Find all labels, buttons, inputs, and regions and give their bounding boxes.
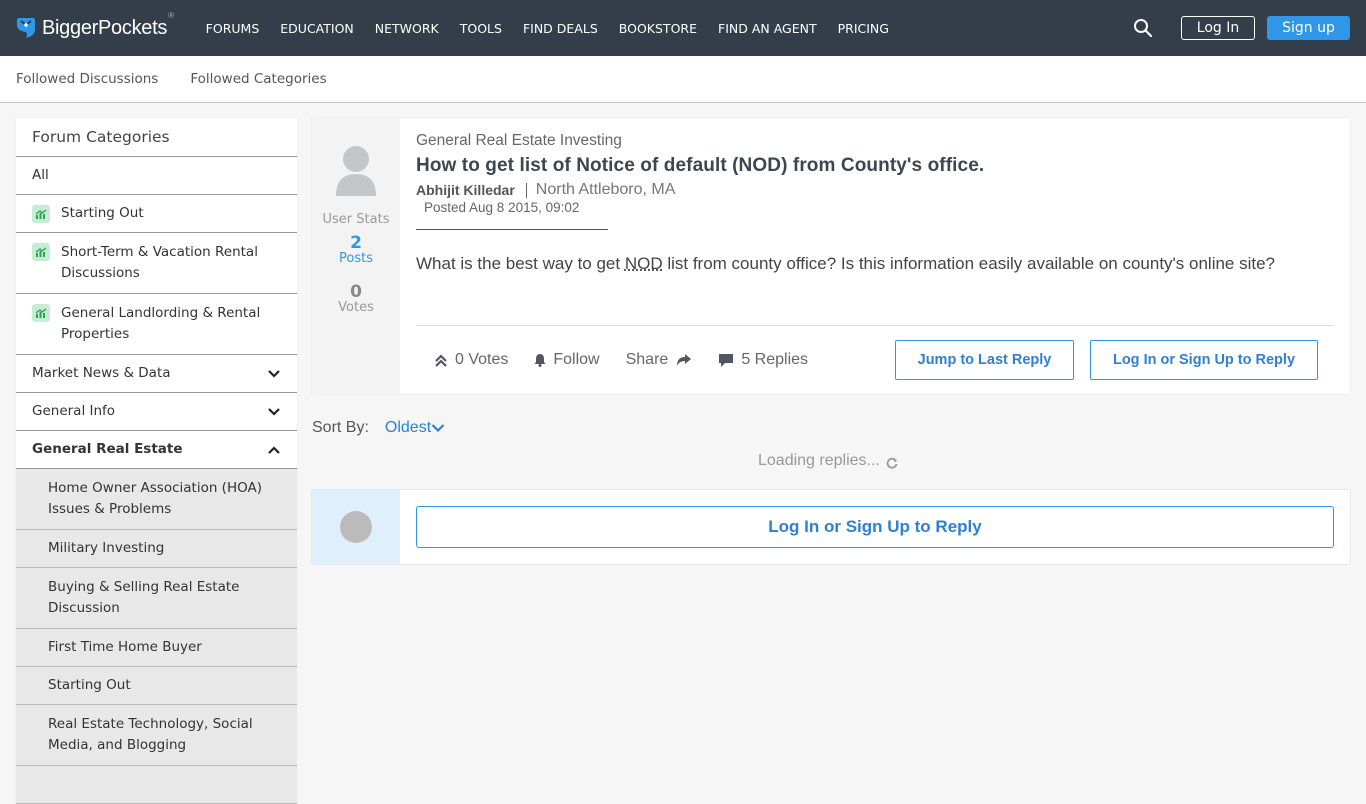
- sidebar-item-starting-out[interactable]: Starting Out: [16, 195, 297, 233]
- sidebar-item-label: General Real Estate: [32, 441, 183, 457]
- post-category[interactable]: General Real Estate Investing: [416, 132, 1334, 150]
- brand-name: BiggerPockets®: [42, 10, 174, 39]
- nav-actions: Log In Sign up: [1133, 0, 1350, 56]
- user-stats-panel: User Stats 2 Posts 0 Votes: [312, 118, 400, 394]
- loading-text: Loading replies...: [758, 452, 880, 469]
- trending-icon: [32, 243, 50, 261]
- user-avatar-icon[interactable]: [334, 144, 378, 196]
- author-location: North Attleboro, MA: [535, 181, 676, 198]
- nav-pricing[interactable]: PRICING: [838, 21, 889, 36]
- chevron-up-icon[interactable]: [267, 444, 281, 456]
- reply-box: Log In or Sign Up to Reply: [312, 490, 1350, 564]
- login-button[interactable]: Log In: [1181, 16, 1255, 40]
- votes-count: 0: [350, 282, 362, 302]
- main-nav: FORUMS EDUCATION NETWORK TOOLS FIND DEAL…: [206, 21, 910, 36]
- comment-icon: [719, 353, 734, 367]
- votes-label: Votes: [338, 300, 374, 315]
- followed-discussions-link[interactable]: Followed Discussions: [16, 71, 158, 87]
- post-content: General Real Estate Investing How to get…: [400, 118, 1350, 394]
- post-body: What is the best way to get NOD list fro…: [416, 254, 1276, 273]
- sidebar-item-general-real-estate[interactable]: General Real Estate: [16, 431, 297, 469]
- nav-education[interactable]: EDUCATION: [280, 21, 354, 36]
- sidebar-subitem-starting-out[interactable]: Starting Out: [16, 667, 297, 705]
- user-stats-label: User Stats: [322, 212, 390, 227]
- replies-label: 5 Replies: [741, 351, 809, 368]
- reply-avatar: [340, 511, 372, 543]
- sort-control: Sort By: Oldest: [312, 419, 445, 437]
- chevron-down-icon[interactable]: [267, 406, 281, 418]
- replies-count[interactable]: 5 Replies: [718, 351, 808, 369]
- trending-icon: [32, 304, 50, 322]
- nav-forums[interactable]: FORUMS: [206, 21, 260, 36]
- sidebar-subitem-buying-selling[interactable]: Buying & Selling Real Estate Discussion: [16, 568, 297, 629]
- bell-icon: [534, 354, 546, 367]
- post-timestamp: Posted Aug 8 2015, 09:02: [424, 200, 580, 215]
- sidebar-item-market-news[interactable]: Market News & Data: [16, 355, 297, 393]
- sidebar-item-label: Short-Term & Vacation Rental Discussions: [61, 244, 258, 281]
- nav-find-an-agent[interactable]: FIND AN AGENT: [718, 21, 817, 36]
- sort-label: Sort By:: [312, 419, 369, 436]
- post-card: User Stats 2 Posts 0 Votes General Real …: [312, 118, 1350, 394]
- sidebar-item-label: All: [32, 167, 49, 183]
- share-arrow-icon: [677, 354, 692, 366]
- nav-tools[interactable]: TOOLS: [460, 21, 502, 36]
- meta-divider: [525, 182, 527, 198]
- logo-icon: [17, 18, 35, 38]
- sidebar-item-label: Market News & Data: [32, 365, 171, 381]
- sidebar-item-label: General Landlording & Rental Properties: [61, 305, 261, 342]
- sidebar-item-general-landlording[interactable]: General Landlording & Rental Properties: [16, 294, 297, 355]
- nav-find-deals[interactable]: FIND DEALS: [523, 21, 598, 36]
- forum-categories-sidebar: Forum Categories All Starting Out Short-…: [16, 118, 297, 804]
- posts-count[interactable]: 2: [312, 235, 400, 252]
- reply-login-button[interactable]: Log In or Sign Up to Reply: [416, 506, 1334, 548]
- vote-button[interactable]: 0 Votes: [434, 351, 508, 369]
- nod-abbreviation: NOD: [624, 254, 663, 273]
- refresh-spinner-icon: [886, 457, 898, 469]
- login-to-reply-button[interactable]: Log In or Sign Up to Reply: [1090, 340, 1318, 380]
- nav-network[interactable]: NETWORK: [375, 21, 439, 36]
- reply-avatar-panel: [312, 490, 400, 564]
- posts-label[interactable]: Posts: [312, 251, 400, 266]
- sidebar-subitem-more[interactable]: [16, 766, 297, 804]
- loading-replies: Loading replies...: [758, 452, 898, 470]
- share-label: Share: [625, 351, 669, 368]
- double-chevron-up-icon: [435, 354, 447, 367]
- sidebar-item-general-info[interactable]: General Info: [16, 393, 297, 431]
- sidebar-item-label: General Info: [32, 403, 116, 419]
- sidebar-item-label: Starting Out: [61, 205, 144, 221]
- sidebar-title: Forum Categories: [16, 118, 297, 157]
- sidebar-item-all[interactable]: All: [16, 157, 297, 195]
- jump-to-last-reply-button[interactable]: Jump to Last Reply: [895, 340, 1074, 380]
- chevron-down-icon[interactable]: [267, 368, 281, 380]
- post-actions-bar: 0 Votes Follow Share 5 Replies Jump to L…: [416, 325, 1334, 394]
- sub-navigation: Followed Discussions Followed Categories: [0, 56, 1366, 103]
- sort-dropdown[interactable]: Oldest: [385, 419, 445, 437]
- sort-value: Oldest: [384, 419, 432, 436]
- search-icon[interactable]: [1133, 18, 1153, 38]
- logo[interactable]: BiggerPockets®: [16, 10, 174, 40]
- post-meta: Abhijit Killedar North Attleboro, MA: [416, 181, 1334, 199]
- follow-label: Follow: [553, 351, 600, 368]
- nav-bookstore[interactable]: BOOKSTORE: [619, 21, 697, 36]
- signup-button[interactable]: Sign up: [1267, 16, 1350, 40]
- votes-count-label: 0 Votes: [455, 351, 509, 368]
- followed-categories-link[interactable]: Followed Categories: [190, 71, 326, 87]
- share-button[interactable]: Share: [626, 351, 693, 369]
- post-title: How to get list of Notice of default (NO…: [416, 155, 985, 176]
- sidebar-subitem-hoa[interactable]: Home Owner Association (HOA) Issues & Pr…: [16, 469, 297, 530]
- sidebar-item-short-term-rental[interactable]: Short-Term & Vacation Rental Discussions: [16, 233, 297, 294]
- sidebar-subitem-first-time-buyer[interactable]: First Time Home Buyer: [16, 629, 297, 667]
- sidebar-subitem-re-technology[interactable]: Real Estate Technology, Social Media, an…: [16, 705, 297, 766]
- chevron-down-icon: [431, 424, 445, 433]
- author-name[interactable]: Abhijit Killedar: [416, 182, 515, 198]
- divider: [416, 229, 608, 230]
- trending-icon: [32, 204, 50, 223]
- sidebar-subitem-military-investing[interactable]: Military Investing: [16, 530, 297, 568]
- follow-button[interactable]: Follow: [534, 351, 600, 369]
- top-navigation: BiggerPockets® FORUMS EDUCATION NETWORK …: [0, 0, 1366, 56]
